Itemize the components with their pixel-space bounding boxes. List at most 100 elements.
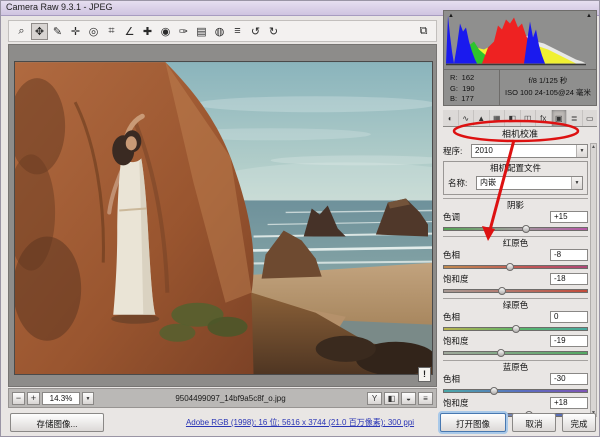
shadow-tint-thumb[interactable] [522, 225, 530, 233]
tab-presets[interactable]: ≣ [567, 110, 583, 126]
process-label: 程序: [443, 145, 471, 157]
cancel-button[interactable]: 取消 [512, 413, 556, 432]
zoom-in-button[interactable]: + [27, 392, 40, 405]
window-title: Camera Raw 9.3.1 - JPEG [6, 2, 113, 12]
shadow-tint-track [443, 227, 588, 231]
profile-name-select[interactable]: 内嵌 ▼ [476, 176, 583, 190]
tab-split-toning[interactable]: ◧ [505, 110, 521, 126]
blue-hue-value[interactable]: -30 [550, 373, 588, 385]
tab-hsl-grayscale[interactable]: ▦ [490, 110, 506, 126]
workflow-options-link[interactable]: Adobe RGB (1998); 16 位; 5616 x 3744 (21.… [150, 417, 450, 428]
zoom-level-dropdown-icon[interactable]: ▼ [82, 392, 94, 405]
tab-detail[interactable]: ▲ [474, 110, 490, 126]
adjustment-panel: ▲ ▲ R: 162 G: 190 B: 177 f/8 1/125 秒 ISO… [443, 10, 597, 404]
r-readout: R: 162 [450, 73, 499, 84]
process-select[interactable]: 2010 ▼ [471, 144, 588, 158]
tab-basic[interactable]: ◐ [443, 110, 459, 126]
photo-preview[interactable] [14, 61, 433, 375]
exif-iso-lens: ISO 100 24-105@24 毫米 [500, 87, 596, 99]
rotate-left-icon[interactable]: ↺ [247, 23, 264, 40]
shadows-title: 阴影 [443, 199, 588, 210]
green-saturation-thumb[interactable] [497, 349, 505, 357]
green-hue-value[interactable]: 0 [550, 311, 588, 323]
green-saturation-slider[interactable] [443, 348, 588, 357]
spot-removal-tool-icon[interactable]: ✚ [139, 23, 156, 40]
red-saturation-value[interactable]: -18 [550, 273, 588, 285]
red-saturation-thumb[interactable] [498, 287, 506, 295]
tab-snapshots[interactable]: ▭ [583, 110, 598, 126]
view-toggle-split-horizontal-icon[interactable]: ◒ [401, 392, 416, 405]
panel-tabs: ◐ ∿ ▲ ▦ ◧ ◫ fx ▣ ≣ ▭ [443, 110, 597, 127]
processing-warning-icon: ! [418, 367, 431, 382]
red-eye-tool-icon[interactable]: ◉ [157, 23, 174, 40]
view-toggle-split-vertical-icon[interactable]: ◧ [384, 392, 399, 405]
photo-scene [15, 62, 433, 375]
camera-profile-title: 相机配置文件 [448, 163, 583, 174]
red-hue-slider[interactable] [443, 262, 588, 271]
histogram-box: ▲ ▲ R: 162 G: 190 B: 177 f/8 1/125 秒 ISO… [443, 10, 597, 106]
red-hue-value[interactable]: -8 [550, 249, 588, 261]
green-saturation-row: 饱和度 -19 [443, 334, 588, 348]
zoom-level-value[interactable]: 14.3% [42, 392, 80, 405]
blue-hue-track [443, 389, 588, 393]
tab-tone-curve[interactable]: ∿ [459, 110, 475, 126]
fullscreen-toggle-icon[interactable]: ⧉ [415, 23, 432, 40]
red-primary-title: 红原色 [443, 237, 588, 248]
shadow-clipping-icon[interactable]: ▲ [448, 12, 454, 20]
hand-tool-icon[interactable]: ✥ [31, 23, 48, 40]
zoom-tool-icon[interactable]: ⌕ [13, 23, 30, 40]
red-hue-label: 色相 [443, 249, 460, 261]
profile-name-row: 名称: 内嵌 ▼ [448, 175, 583, 190]
tab-lens-corrections[interactable]: ◫ [521, 110, 537, 126]
highlight-clipping-icon[interactable]: ▲ [586, 12, 592, 20]
done-button[interactable]: 完成 [562, 413, 596, 432]
blue-hue-thumb[interactable] [490, 387, 498, 395]
process-value: 2010 [475, 146, 493, 155]
preview-area: ! [8, 44, 437, 387]
process-dropdown-icon[interactable]: ▼ [576, 145, 587, 157]
rgb-readout: R: 162 G: 190 B: 177 [444, 70, 500, 105]
green-hue-thumb[interactable] [512, 325, 520, 333]
view-toggle-swap-icon[interactable]: ≡ [418, 392, 433, 405]
green-hue-slider[interactable] [443, 324, 588, 333]
targeted-adjustment-tool-icon[interactable]: ◎ [85, 23, 102, 40]
open-image-button[interactable]: 打开图像 [440, 413, 506, 432]
red-primary-section: 红原色 色相 -8 饱和度 -18 [443, 236, 588, 295]
shadow-tint-slider[interactable] [443, 224, 588, 233]
adjustment-brush-tool-icon[interactable]: ✑ [175, 23, 192, 40]
red-hue-thumb[interactable] [506, 263, 514, 271]
g-readout: G: 190 [450, 84, 499, 95]
green-hue-row: 色相 0 [443, 310, 588, 324]
green-saturation-value[interactable]: -19 [550, 335, 588, 347]
straighten-tool-icon[interactable]: ∠ [121, 23, 138, 40]
scroll-up-icon[interactable]: ▲ [591, 144, 596, 150]
white-balance-tool-icon[interactable]: ✎ [49, 23, 66, 40]
panel-scrollbar[interactable]: ▲ ▼ [590, 143, 597, 417]
tab-effects[interactable]: fx [536, 110, 552, 126]
graduated-filter-tool-icon[interactable]: ▤ [193, 23, 210, 40]
blue-saturation-value[interactable]: +18 [550, 397, 588, 409]
profile-dropdown-icon[interactable]: ▼ [571, 177, 582, 189]
blue-primary-section: 蓝原色 色相 -30 饱和度 +18 [443, 360, 588, 419]
view-toggle-default-icon[interactable]: Y [367, 392, 382, 405]
green-saturation-track [443, 351, 588, 355]
shadow-tint-value[interactable]: +15 [550, 211, 588, 223]
red-saturation-row: 饱和度 -18 [443, 272, 588, 286]
red-hue-track [443, 265, 588, 269]
zoom-out-button[interactable]: − [12, 392, 25, 405]
red-saturation-track [443, 289, 588, 293]
shadows-section: 阴影 色调 +15 [443, 198, 588, 233]
profile-name-value: 内嵌 [480, 177, 496, 188]
preferences-icon[interactable]: ≡ [229, 23, 246, 40]
red-saturation-label: 饱和度 [443, 273, 469, 285]
histogram-plot [444, 11, 588, 68]
tab-camera-calibration[interactable]: ▣ [552, 110, 568, 126]
color-sampler-tool-icon[interactable]: ✛ [67, 23, 84, 40]
save-image-button[interactable]: 存储图像... [10, 413, 104, 432]
red-saturation-slider[interactable] [443, 286, 588, 295]
crop-tool-icon[interactable]: ⌗ [103, 23, 120, 40]
radial-filter-tool-icon[interactable]: ◍ [211, 23, 228, 40]
blue-hue-slider[interactable] [443, 386, 588, 395]
camera-profile-group: 相机配置文件 名称: 内嵌 ▼ [443, 161, 588, 195]
rotate-right-icon[interactable]: ↻ [265, 23, 282, 40]
